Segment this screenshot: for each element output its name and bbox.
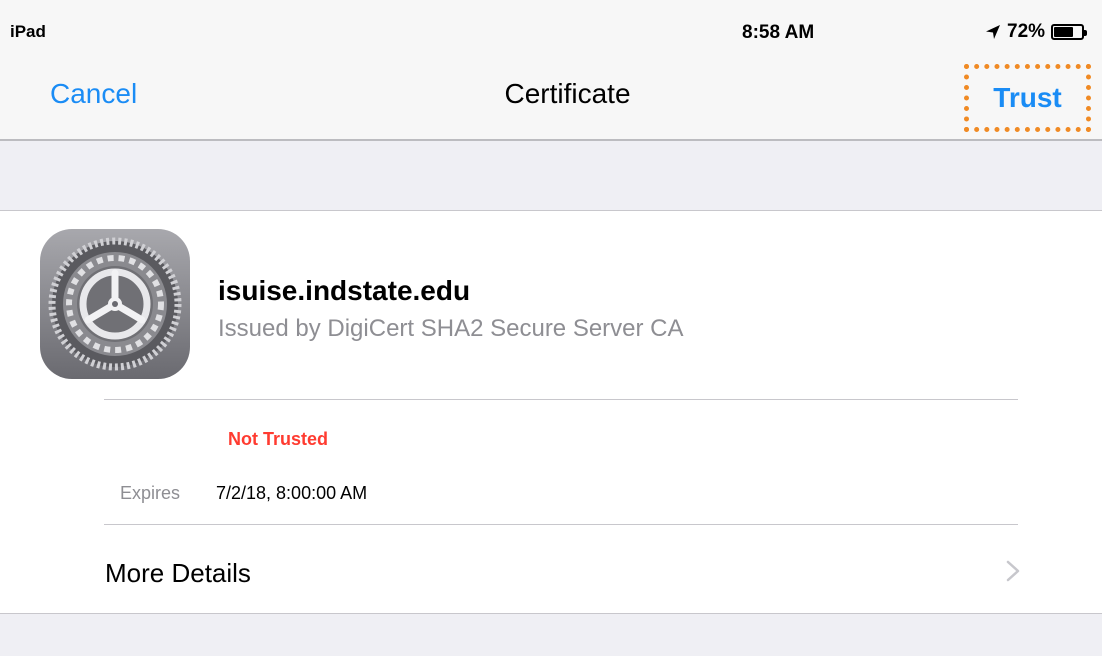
trust-status: Not Trusted [228, 429, 329, 449]
expires-value: 7/2/18, 8:00:00 AM [216, 483, 368, 503]
divider [104, 399, 1018, 400]
page-title: Certificate [504, 78, 631, 109]
device-name: iPad [10, 22, 46, 41]
certificate-screen: iPad 8:58 AM 72% Cancel Certificate Trus… [0, 0, 1102, 656]
navigation-bar: Cancel Certificate Trust [0, 56, 1102, 141]
battery-nub [1084, 30, 1088, 36]
more-details-row[interactable]: More Details [0, 525, 1102, 615]
certificate-issuer: Issued by DigiCert SHA2 Secure Server CA [218, 315, 684, 342]
expires-label: Expires [120, 483, 181, 503]
trust-button-label: Trust [993, 82, 1062, 113]
certificate-card: isuise.indstate.edu Issued by DigiCert S… [0, 210, 1102, 614]
battery-icon [1051, 24, 1088, 40]
status-time: 8:58 AM [742, 22, 815, 43]
battery-percent: 72% [1007, 21, 1046, 42]
chevron-right-icon [1006, 560, 1020, 582]
status-right-group: 72% [985, 20, 1088, 44]
certificate-name: isuise.indstate.edu [218, 275, 471, 306]
more-details-label: More Details [105, 558, 251, 588]
settings-gear-icon [40, 229, 190, 379]
gear-graphic [48, 237, 182, 371]
location-arrow-icon [986, 25, 1000, 39]
battery-fill [1054, 27, 1074, 37]
trust-button[interactable]: Trust [964, 64, 1091, 132]
